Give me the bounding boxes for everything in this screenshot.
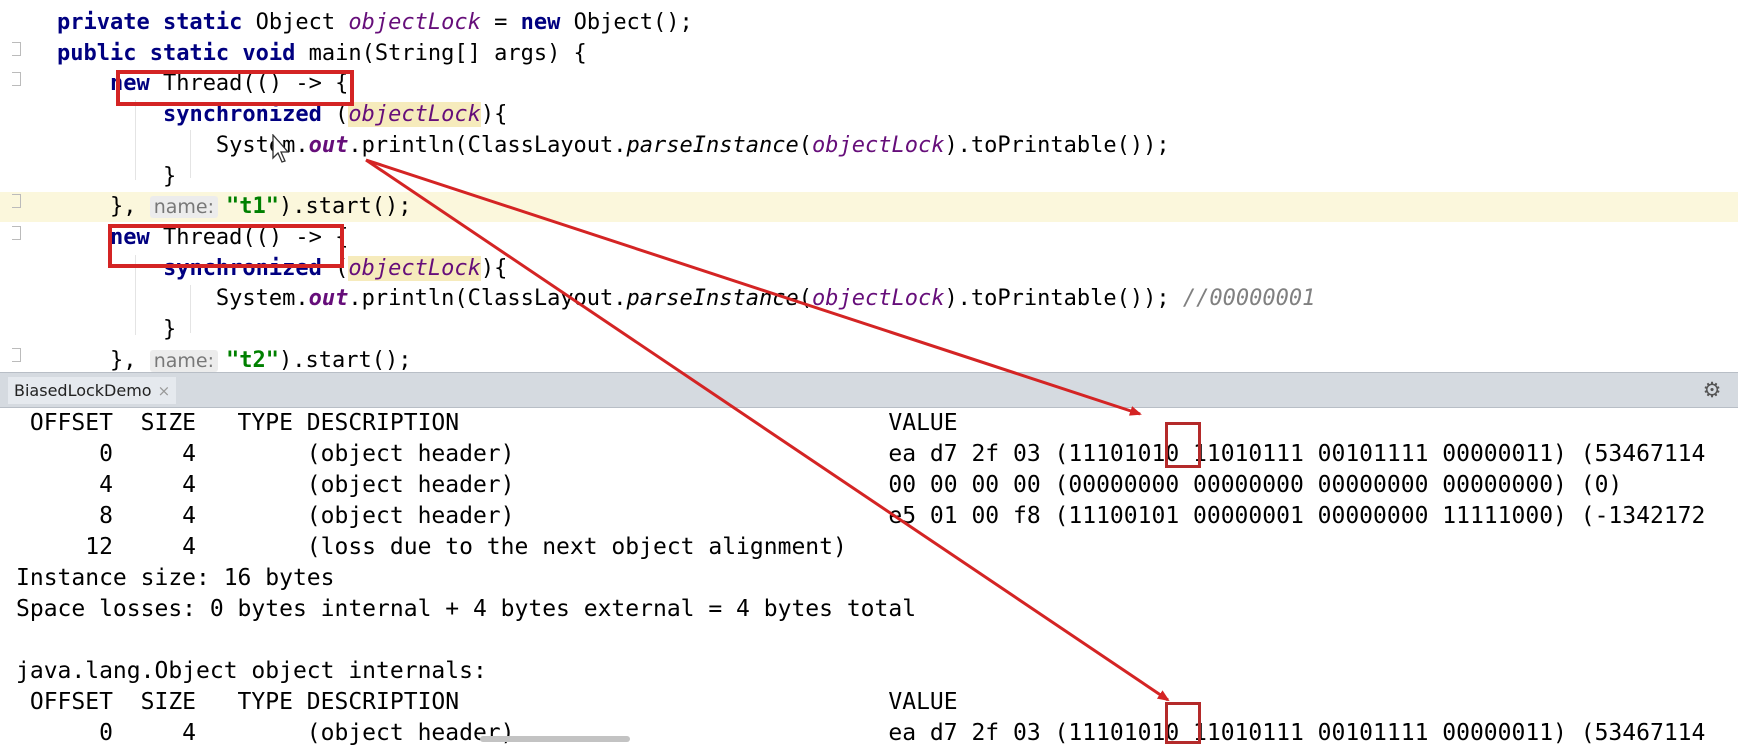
arrow-to-first-output: [365, 158, 1142, 416]
mouse-cursor-icon: [272, 134, 290, 163]
arrow-to-second-output: [365, 158, 1170, 702]
annotation-arrows: [365, 158, 1170, 702]
